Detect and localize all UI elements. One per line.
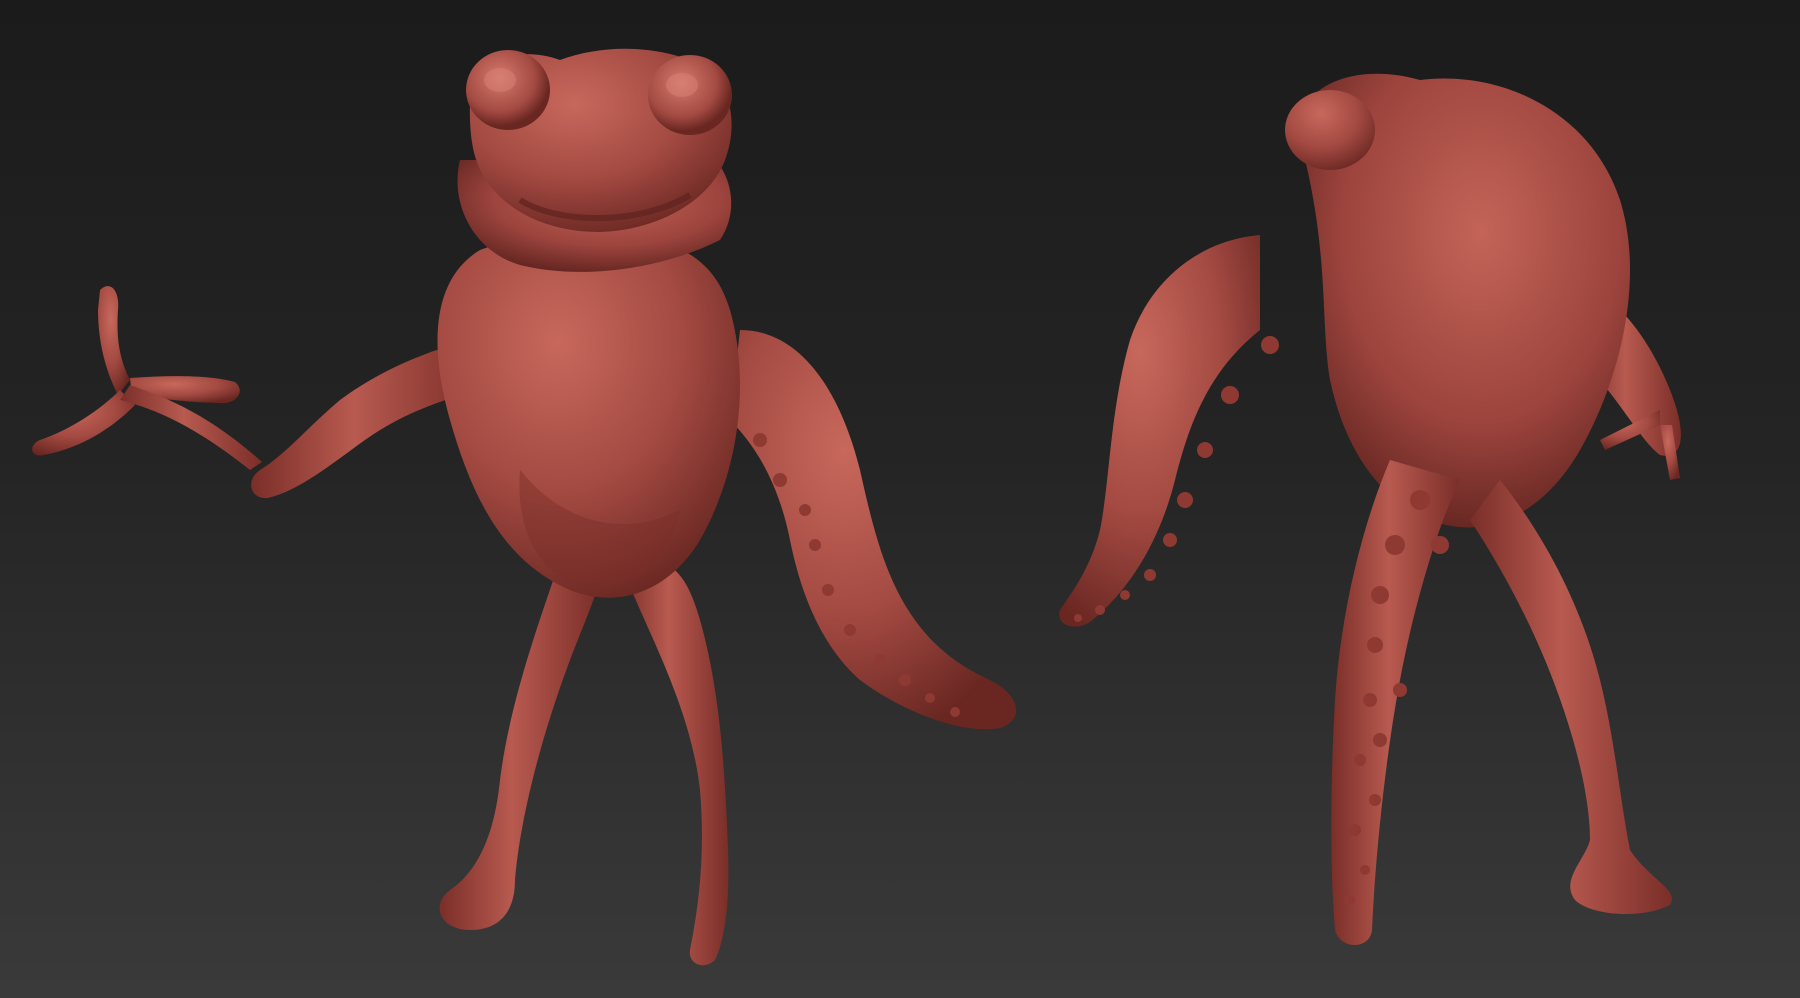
creature-back-render — [1059, 73, 1681, 945]
sculpt-render — [32, 48, 1681, 966]
creature-front-render — [32, 48, 1017, 966]
render-viewport — [0, 0, 1800, 998]
